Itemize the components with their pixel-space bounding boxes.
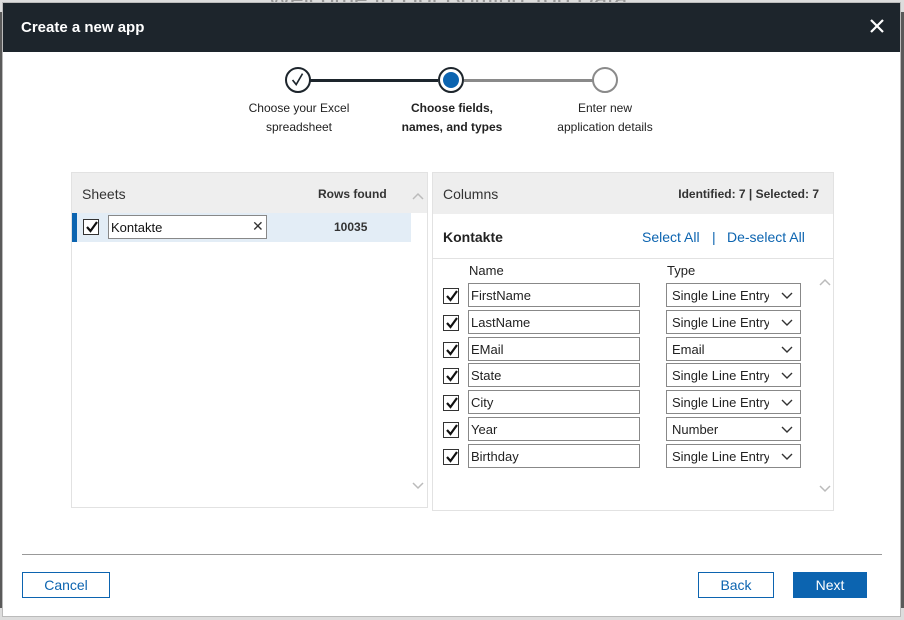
- sheets-panel-header: Sheets Rows found: [72, 173, 427, 213]
- type-column-header: Type: [667, 263, 696, 278]
- deselect-all-link[interactable]: De-select All: [727, 229, 805, 245]
- sheet-rows-count: 10035: [334, 220, 368, 234]
- column-checkbox[interactable]: [443, 395, 459, 411]
- sheet-name-input[interactable]: [108, 215, 267, 239]
- column-row: Single Line Entry: [433, 283, 833, 309]
- close-icon: [870, 19, 884, 33]
- footer-divider: [22, 554, 882, 555]
- column-type-value: Single Line Entry: [672, 288, 769, 303]
- column-type-select[interactable]: Single Line Entry: [666, 283, 801, 307]
- column-row: Single Line Entry: [433, 390, 833, 416]
- column-checkbox[interactable]: [443, 315, 459, 331]
- selected-sheet-name: Kontakte: [443, 229, 503, 245]
- column-type-value: Single Line Entry: [672, 449, 769, 464]
- step-connector-pending: [464, 79, 593, 82]
- checkmark-icon: [86, 221, 98, 233]
- column-name-input[interactable]: [468, 310, 640, 334]
- column-name-input[interactable]: [468, 390, 640, 414]
- step-3-label: Enter new application details: [535, 99, 675, 137]
- step-1-label-line2: spreadsheet: [265, 120, 333, 134]
- step-2-indicator: [438, 67, 464, 93]
- column-name-input[interactable]: [468, 337, 640, 361]
- checkmark-icon: [446, 451, 458, 463]
- next-button[interactable]: Next: [793, 572, 867, 598]
- column-row: Number: [433, 417, 833, 443]
- column-row: Single Line Entry: [433, 363, 833, 389]
- checkmark-icon: [446, 370, 458, 382]
- column-row: Email: [433, 337, 833, 363]
- sheets-panel: Sheets Rows found ✕ 10035: [71, 172, 428, 508]
- column-name-input[interactable]: [468, 363, 640, 387]
- step-connector-done: [310, 79, 438, 82]
- chevron-down-icon: [781, 453, 793, 460]
- link-separator: |: [712, 229, 716, 245]
- chevron-down-icon: [781, 399, 793, 406]
- column-type-select[interactable]: Email: [666, 337, 801, 361]
- step-3-label-line2: application details: [557, 120, 653, 134]
- scroll-down-icon[interactable]: [819, 484, 831, 494]
- column-name-input[interactable]: [468, 417, 640, 441]
- step-3-label-line1: Enter new: [577, 101, 633, 115]
- chevron-down-icon: [781, 346, 793, 353]
- scroll-down-icon[interactable]: [412, 481, 424, 491]
- active-dot-icon: [443, 72, 459, 88]
- checkmark-icon: [446, 290, 458, 302]
- close-button[interactable]: [866, 15, 888, 37]
- select-all-link[interactable]: Select All: [642, 229, 700, 245]
- column-name-input[interactable]: [468, 444, 640, 468]
- column-type-select[interactable]: Single Line Entry: [666, 310, 801, 334]
- back-button[interactable]: Back: [698, 572, 774, 598]
- column-row: Single Line Entry: [433, 310, 833, 336]
- column-checkbox[interactable]: [443, 422, 459, 438]
- column-type-select[interactable]: Number: [666, 417, 801, 441]
- column-row: Single Line Entry: [433, 444, 833, 470]
- column-type-select[interactable]: Single Line Entry: [666, 390, 801, 414]
- column-type-select[interactable]: Single Line Entry: [666, 363, 801, 387]
- column-checkbox[interactable]: [443, 449, 459, 465]
- scroll-up-icon[interactable]: [819, 277, 831, 287]
- step-2-label-line2: names, and types: [401, 120, 503, 134]
- chevron-down-icon: [781, 426, 793, 433]
- column-type-value: Email: [672, 342, 705, 357]
- create-app-dialog: Create a new app Choose your Excel sprea…: [2, 2, 901, 617]
- step-1-indicator: [285, 67, 311, 93]
- clear-icon[interactable]: ✕: [252, 218, 264, 235]
- checkmark-icon: [446, 344, 458, 356]
- columns-panel-header: Columns Identified: 7 | Selected: 7: [433, 173, 833, 214]
- checkmark-icon: [446, 397, 458, 409]
- columns-panel: Columns Identified: 7 | Selected: 7 Kont…: [432, 172, 834, 511]
- columns-subheader: Kontakte Select All | De-select All: [433, 214, 833, 259]
- checkmark-icon: [446, 317, 458, 329]
- rows-found-header: Rows found: [318, 187, 387, 201]
- step-2-label: Choose fields, names, and types: [382, 99, 522, 137]
- dialog-title: Create a new app: [21, 19, 145, 36]
- chevron-down-icon: [781, 372, 793, 379]
- column-checkbox[interactable]: [443, 288, 459, 304]
- column-type-value: Single Line Entry: [672, 368, 769, 383]
- step-3-indicator: [592, 67, 618, 93]
- column-type-value: Number: [672, 422, 719, 437]
- scroll-up-icon[interactable]: [412, 191, 424, 201]
- chevron-down-icon: [781, 292, 793, 299]
- column-type-value: Single Line Entry: [672, 395, 769, 410]
- column-checkbox[interactable]: [443, 342, 459, 358]
- column-name-input[interactable]: [468, 283, 640, 307]
- cancel-button[interactable]: Cancel: [22, 572, 110, 598]
- dialog-header: Create a new app: [3, 3, 900, 52]
- step-2-label-line1: Choose fields,: [410, 101, 493, 115]
- sheet-checkbox[interactable]: [83, 219, 99, 235]
- check-icon: [291, 73, 304, 86]
- column-type-select[interactable]: Single Line Entry: [666, 444, 801, 468]
- sheet-row[interactable]: ✕ 10035: [72, 213, 411, 242]
- columns-stats: Identified: 7 | Selected: 7: [678, 187, 819, 201]
- columns-title: Columns: [443, 186, 499, 202]
- column-checkbox[interactable]: [443, 368, 459, 384]
- sheets-title: Sheets: [82, 186, 126, 202]
- checkmark-icon: [446, 424, 458, 436]
- name-column-header: Name: [469, 263, 504, 278]
- column-type-value: Single Line Entry: [672, 315, 769, 330]
- step-1-label-line1: Choose your Excel: [248, 101, 350, 115]
- step-1-label: Choose your Excel spreadsheet: [229, 99, 369, 137]
- chevron-down-icon: [781, 319, 793, 326]
